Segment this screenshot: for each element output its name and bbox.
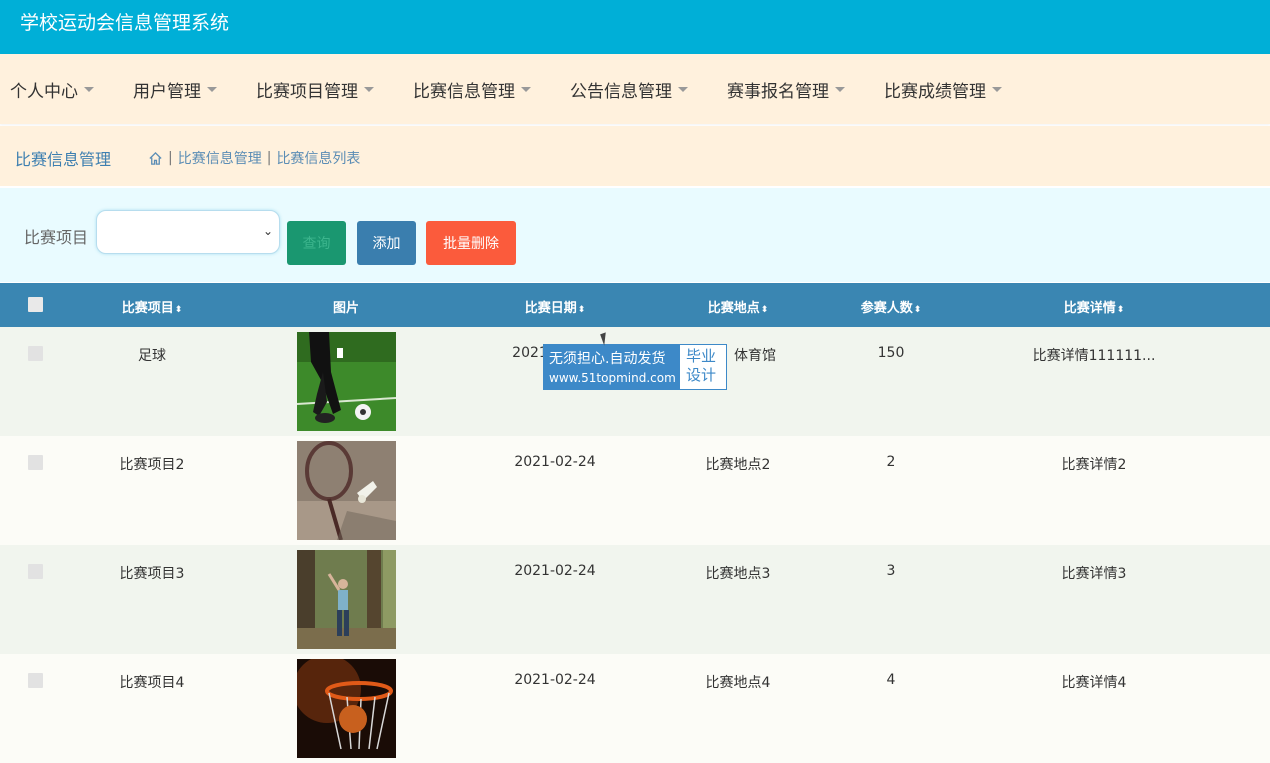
caret-down-icon bbox=[835, 86, 845, 92]
sort-icon: ⬍ bbox=[1116, 305, 1125, 315]
menu-item-notice-management[interactable]: 公告信息管理 bbox=[570, 77, 688, 102]
table-row[interactable]: 比赛项目4 2021-02-24 比赛地点4 4 比赛详情4 bbox=[0, 654, 1270, 763]
watermark-line1: 无须担心.自动发货 bbox=[549, 351, 666, 367]
cell-project: 足球 bbox=[138, 348, 166, 364]
menu-item-label: 比赛项目管理 bbox=[256, 81, 358, 102]
caret-down-icon bbox=[678, 86, 688, 92]
menu-item-event-project-management[interactable]: 比赛项目管理 bbox=[256, 77, 374, 102]
menu-item-personal-center[interactable]: 个人中心 bbox=[10, 77, 94, 102]
row-checkbox[interactable] bbox=[28, 673, 43, 688]
breadcrumb-separator: | bbox=[168, 150, 173, 166]
thumbnail-basketball[interactable] bbox=[297, 659, 396, 758]
watermark-right1: 毕业 bbox=[686, 347, 717, 365]
menu-item-label: 个人中心 bbox=[10, 81, 78, 102]
sort-icon: ⬍ bbox=[913, 305, 922, 315]
menu-item-label: 比赛信息管理 bbox=[413, 81, 515, 102]
cell-location: 比赛地点3 bbox=[705, 566, 771, 582]
cell-detail: 比赛详情2 bbox=[1061, 457, 1127, 473]
menu-item-registration-management[interactable]: 赛事报名管理 bbox=[727, 77, 845, 102]
cell-location: 比赛地点2 bbox=[705, 457, 771, 473]
sort-icon: ⬍ bbox=[174, 305, 183, 315]
caret-down-icon bbox=[364, 86, 374, 92]
watermark-right: 毕业 设计 bbox=[680, 345, 726, 389]
cell-count: 2 bbox=[886, 454, 896, 470]
table-header: 比赛项目⬍ 图片 比赛日期⬍ 比赛地点⬍ 参赛人数⬍ 比赛详情⬍ bbox=[0, 283, 1270, 327]
watermark-line2: www.51topmind.com bbox=[549, 371, 676, 385]
row-checkbox[interactable] bbox=[28, 346, 43, 361]
caret-down-icon bbox=[207, 86, 217, 92]
column-header-count[interactable]: 参赛人数⬍ bbox=[861, 297, 922, 316]
thumbnail-soccer[interactable] bbox=[297, 332, 396, 431]
breadcrumb-item[interactable]: 比赛信息管理 bbox=[178, 148, 262, 168]
row-checkbox[interactable] bbox=[28, 455, 43, 470]
breadcrumb-bar: 比赛信息管理 | 比赛信息管理 | 比赛信息列表 bbox=[0, 126, 1270, 186]
add-button[interactable]: 添加 bbox=[357, 221, 416, 265]
column-header-date[interactable]: 比赛日期⬍ bbox=[525, 297, 586, 316]
chevron-down-icon: ⌄ bbox=[262, 224, 273, 238]
cell-detail: 比赛详情111111... bbox=[1032, 348, 1156, 364]
cell-count: 4 bbox=[886, 672, 896, 688]
cell-detail: 比赛详情3 bbox=[1061, 566, 1127, 582]
breadcrumb: | 比赛信息管理 | 比赛信息列表 bbox=[148, 148, 360, 168]
cell-date: 2021-02-24 bbox=[514, 454, 596, 470]
thumbnail-yoga[interactable] bbox=[297, 550, 396, 649]
column-header-project[interactable]: 比赛项目⬍ bbox=[122, 297, 183, 316]
cell-project: 比赛项目3 bbox=[119, 566, 185, 582]
cell-project: 比赛项目2 bbox=[119, 457, 185, 473]
cell-project: 比赛项目4 bbox=[119, 675, 185, 691]
cell-date: 2021-02-24 bbox=[514, 672, 596, 688]
caret-down-icon bbox=[84, 86, 94, 92]
column-header-location[interactable]: 比赛地点⬍ bbox=[708, 297, 769, 316]
home-icon[interactable] bbox=[148, 151, 163, 166]
cell-date: 2021-02-24 bbox=[514, 563, 596, 579]
menu-item-label: 赛事报名管理 bbox=[727, 81, 829, 102]
table-row[interactable]: 比赛项目3 2021-02-24 比赛地点3 3 比赛详情3 bbox=[0, 545, 1270, 654]
main-menu: 个人中心 用户管理 比赛项目管理 比赛信息管理 公告信息管理 赛事报名管理 比赛… bbox=[0, 54, 1270, 124]
menu-item-event-info-management[interactable]: 比赛信息管理 bbox=[413, 77, 531, 102]
caret-down-icon bbox=[521, 86, 531, 92]
breadcrumb-separator: | bbox=[266, 150, 272, 166]
column-header-detail[interactable]: 比赛详情⬍ bbox=[1064, 297, 1125, 316]
cell-location: 体育馆 bbox=[734, 348, 776, 364]
menu-item-label: 公告信息管理 bbox=[570, 81, 672, 102]
menu-item-score-management[interactable]: 比赛成绩管理 bbox=[884, 77, 1002, 102]
project-select[interactable]: ⌄ bbox=[96, 210, 280, 254]
menu-item-label: 比赛成绩管理 bbox=[884, 81, 986, 102]
page-title: 比赛信息管理 bbox=[15, 150, 112, 169]
cell-count: 3 bbox=[886, 563, 896, 579]
column-header-image: 图片 bbox=[332, 301, 360, 316]
sort-icon: ⬍ bbox=[760, 305, 769, 315]
watermark-badge: 无须担心.自动发货 www.51topmind.com 毕业 设计 bbox=[543, 344, 727, 390]
menu-item-label: 用户管理 bbox=[133, 81, 201, 102]
search-button[interactable]: 查询 bbox=[287, 221, 346, 265]
cell-detail: 比赛详情4 bbox=[1061, 675, 1127, 691]
select-all-checkbox[interactable] bbox=[28, 297, 43, 312]
caret-down-icon bbox=[992, 86, 1002, 92]
batch-delete-button[interactable]: 批量删除 bbox=[426, 221, 516, 265]
watermark-right2: 设计 bbox=[686, 366, 717, 384]
menu-item-user-management[interactable]: 用户管理 bbox=[133, 77, 217, 102]
table-row[interactable]: 比赛项目2 2021-02-24 比赛地点2 2 比赛详情2 bbox=[0, 436, 1270, 545]
search-label: 比赛项目 bbox=[24, 228, 89, 247]
row-checkbox[interactable] bbox=[28, 564, 43, 579]
top-header: 学校运动会信息管理系统 bbox=[0, 0, 1270, 54]
app-title: 学校运动会信息管理系统 bbox=[20, 12, 230, 34]
cell-count: 150 bbox=[877, 345, 905, 361]
breadcrumb-item: 比赛信息列表 bbox=[276, 151, 361, 167]
cell-location: 比赛地点4 bbox=[705, 675, 771, 691]
sort-icon: ⬍ bbox=[577, 305, 586, 315]
thumbnail-badminton[interactable] bbox=[297, 441, 396, 540]
watermark-left: 无须担心.自动发货 www.51topmind.com bbox=[544, 345, 680, 389]
